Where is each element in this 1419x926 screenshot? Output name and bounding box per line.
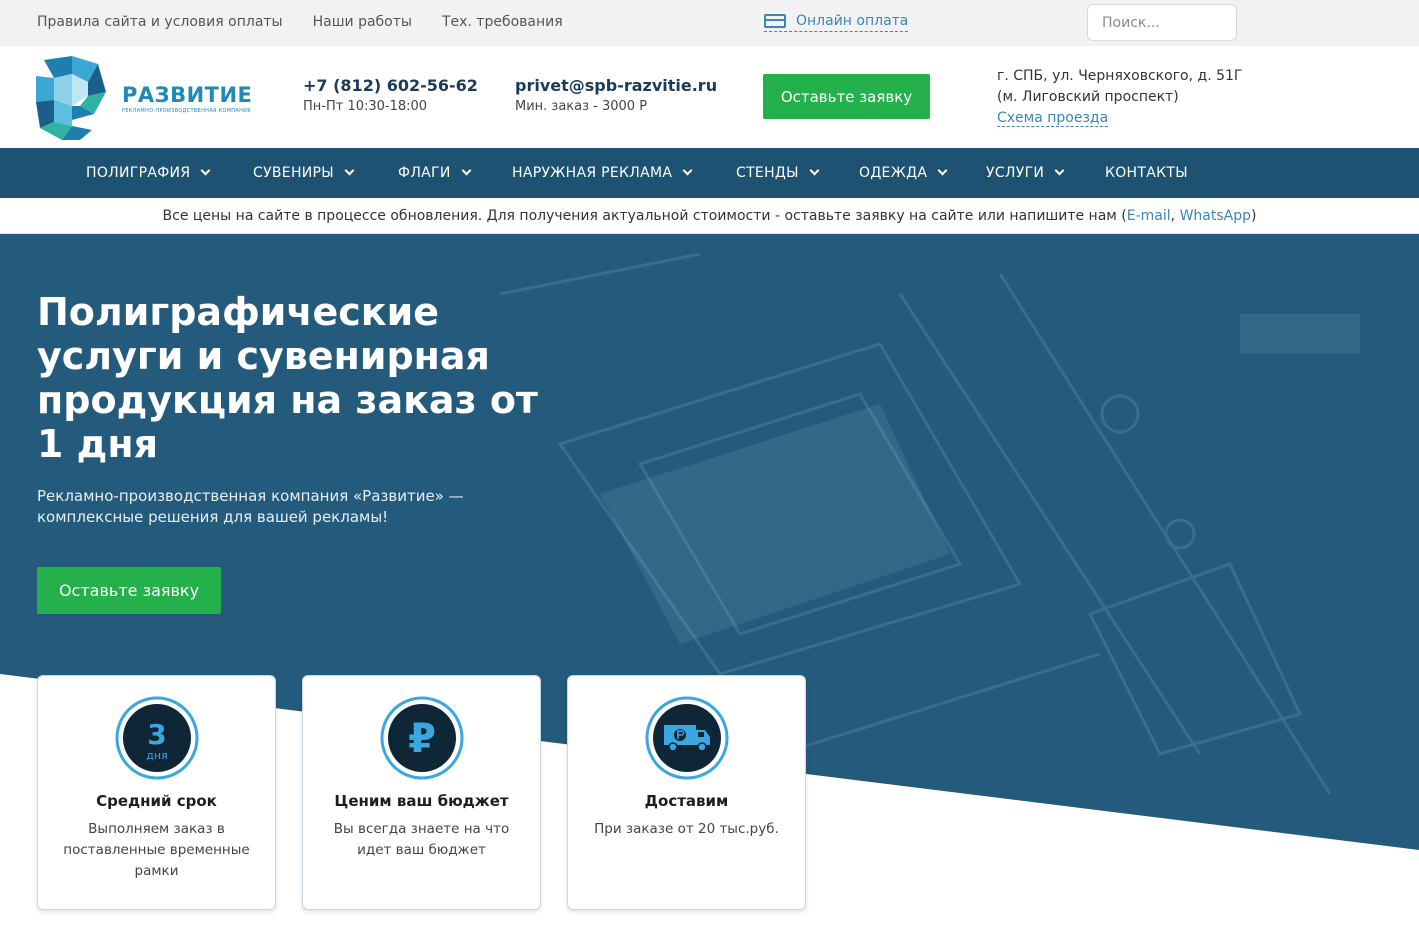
address-line: г. СПБ, ул. Черняховского, д. 51Г <box>997 68 1243 84</box>
feature-card-delivery: Доставим При заказе от 20 тыс.руб. <box>567 675 806 910</box>
nav-item-label: ПОЛИГРАФИЯ <box>86 165 191 181</box>
hero-section: Полиграфические услуги и сувенирная прод… <box>0 234 1419 926</box>
metro-station: (м. Лиговский проспект) <box>997 89 1179 105</box>
nav-item-label: НАРУЖНАЯ РЕКЛАМА <box>512 165 673 181</box>
icon-number: 3 <box>147 718 166 751</box>
nav-item-clothing[interactable]: ОДЕЖДА <box>859 148 948 198</box>
logo[interactable]: РАЗВИТИЕ РЕКЛАМНО-ПРОИЗВОДСТВЕННАЯ КОМПА… <box>36 56 252 140</box>
notice-separator: , <box>1170 208 1180 224</box>
chevron-down-icon <box>682 165 693 176</box>
link-our-works[interactable]: Наши работы <box>313 14 412 30</box>
address-block: г. СПБ, ул. Черняховского, д. 51Г (м. Ли… <box>997 66 1242 129</box>
feature-card-budget: ₽ Ценим ваш бюджет Вы всегда знаете на ч… <box>302 675 541 910</box>
nav-item-label: УСЛУГИ <box>986 165 1045 181</box>
notice-whatsapp-link[interactable]: WhatsApp <box>1180 208 1251 224</box>
link-site-rules[interactable]: Правила сайта и условия оплаты <box>37 14 283 30</box>
price-notice: Все цены на сайте в процессе обновления.… <box>0 198 1419 234</box>
notice-email-link[interactable]: E-mail <box>1127 208 1171 224</box>
hero-lead: Рекламно-производственная компания «Разв… <box>37 487 464 526</box>
min-order: Мин. заказ - 3000 Р <box>515 99 648 114</box>
online-payment-label: Онлайн оплата <box>796 13 909 29</box>
logo-text: РАЗВИТИЕ РЕКЛАМНО-ПРОИЗВОДСТВЕННАЯ КОМПА… <box>122 83 252 114</box>
chevron-down-icon <box>461 165 472 176</box>
logo-subtitle: РЕКЛАМНО-ПРОИЗВОДСТВЕННАЯ КОМПАНИЯ <box>122 107 251 114</box>
nav-item-label: СУВЕНИРЫ <box>253 165 334 181</box>
logo-title: РАЗВИТИЕ <box>122 82 253 107</box>
top-links: Правила сайта и условия оплаты Наши рабо… <box>37 14 563 30</box>
top-utility-bar: Правила сайта и условия оплаты Наши рабо… <box>0 0 1419 46</box>
nav-item-label: СТЕНДЫ <box>736 165 799 181</box>
nav-item-outdoor-ads[interactable]: НАРУЖНАЯ РЕКЛАМА <box>512 148 693 198</box>
nav-item-label: КОНТАКТЫ <box>1105 165 1188 181</box>
nav-item-label: ФЛАГИ <box>398 165 451 181</box>
feature-text: При заказе от 20 тыс.руб. <box>594 821 779 837</box>
chevron-down-icon <box>344 165 355 176</box>
icon-caption: дня <box>146 749 167 762</box>
notice-text: Все цены на сайте в процессе обновления.… <box>162 208 1127 224</box>
route-map-link[interactable]: Схема проезда <box>997 110 1109 127</box>
nav-item-polygraphy[interactable]: ПОЛИГРАФИЯ <box>86 148 211 198</box>
icon-symbol: ₽ <box>408 716 436 762</box>
nav-item-stands[interactable]: СТЕНДЫ <box>736 148 820 198</box>
link-tech-requirements[interactable]: Тех. требования <box>442 14 563 30</box>
chevron-down-icon <box>200 165 211 176</box>
delivery-truck-icon <box>645 696 729 780</box>
chevron-down-icon <box>937 165 948 176</box>
ruble-icon: ₽ <box>380 696 464 780</box>
hero-request-button[interactable]: Оставьте заявку <box>37 567 221 614</box>
nav-item-services[interactable]: УСЛУГИ <box>986 148 1065 198</box>
phone-block: +7 (812) 602-56-62 Пн-Пт 10:30-18:00 <box>303 76 478 114</box>
nav-item-flags[interactable]: ФЛАГИ <box>398 148 472 198</box>
nav-item-souvenirs[interactable]: СУВЕНИРЫ <box>253 148 355 198</box>
logo-mark-icon <box>36 56 106 140</box>
chevron-down-icon <box>809 165 820 176</box>
credit-card-icon <box>764 14 786 28</box>
email-address[interactable]: privet@spb-razvitie.ru <box>515 76 717 95</box>
feature-text: Вы всегда знаете на что идет ваш бюджет <box>333 821 510 858</box>
main-nav: ПОЛИГРАФИЯ СУВЕНИРЫ ФЛАГИ НАРУЖНАЯ РЕКЛА… <box>0 148 1419 198</box>
feature-text: Выполняем заказ в поставленные временные… <box>63 821 250 879</box>
feature-title: Ценим ваш бюджет <box>334 792 509 810</box>
feature-title: Доставим <box>644 792 729 810</box>
email-block: privet@spb-razvitie.ru Мин. заказ - 3000… <box>515 76 717 114</box>
header-request-button[interactable]: Оставьте заявку <box>763 74 930 119</box>
three-days-icon: 3 дня <box>115 696 199 780</box>
nav-item-label: ОДЕЖДА <box>859 165 928 181</box>
feature-card-term: 3 дня Средний срок Выполняем заказ в пос… <box>37 675 276 910</box>
chevron-down-icon <box>1054 165 1065 176</box>
working-hours: Пн-Пт 10:30-18:00 <box>303 99 428 114</box>
feature-title: Средний срок <box>96 792 217 810</box>
site-header: РАЗВИТИЕ РЕКЛАМНО-ПРОИЗВОДСТВЕННАЯ КОМПА… <box>0 46 1419 148</box>
search-input[interactable] <box>1087 4 1237 41</box>
notice-closing: ) <box>1251 208 1257 224</box>
phone-number[interactable]: +7 (812) 602-56-62 <box>303 76 478 95</box>
nav-item-contacts[interactable]: КОНТАКТЫ <box>1105 148 1188 198</box>
hero-title: Полиграфические услуги и сувенирная прод… <box>37 290 538 466</box>
online-payment-link[interactable]: Онлайн оплата <box>764 13 909 32</box>
